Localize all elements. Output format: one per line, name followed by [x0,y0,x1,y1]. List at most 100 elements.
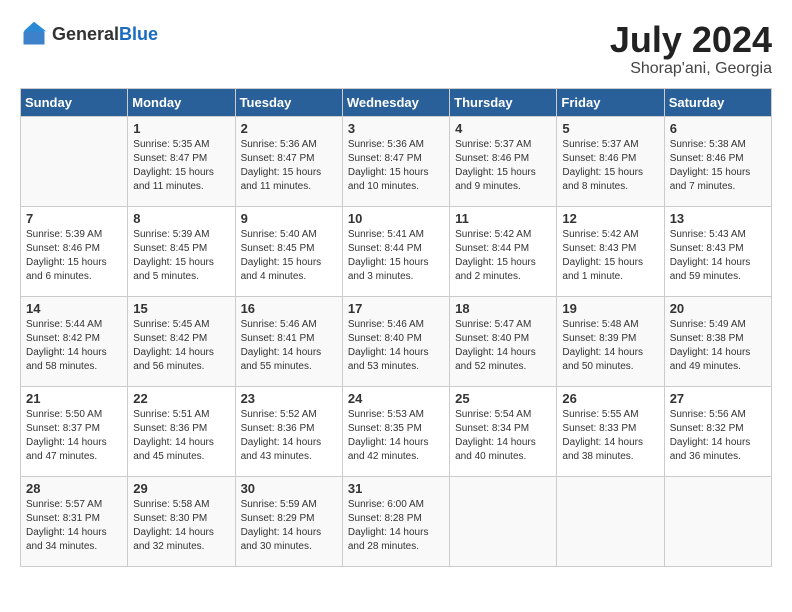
header-row: SundayMondayTuesdayWednesdayThursdayFrid… [21,88,772,116]
calendar-cell: 1 Sunrise: 5:35 AM Sunset: 8:47 PM Daylig… [128,116,235,206]
day-number: 13 [670,211,766,226]
day-info: Sunrise: 5:44 AM Sunset: 8:42 PM Dayligh… [26,318,122,374]
calendar-cell: 18 Sunrise: 5:47 AM Sunset: 8:40 PM Dayli… [450,296,557,386]
day-info: Sunrise: 5:50 AM Sunset: 8:37 PM Dayligh… [26,408,122,464]
day-info: Sunrise: 5:41 AM Sunset: 8:44 PM Dayligh… [348,228,444,284]
day-info: Sunrise: 5:55 AM Sunset: 8:33 PM Dayligh… [562,408,658,464]
header-day: Tuesday [235,88,342,116]
calendar-cell: 22Sunrise: 5:51 AM Sunset: 8:36 PM Dayli… [128,386,235,476]
calendar-table: SundayMondayTuesdayWednesdayThursdayFrid… [20,88,772,567]
day-number: 25 [455,391,551,406]
day-info: Sunrise: 5:37 AM Sunset: 8:46 PM Dayligh… [562,138,658,194]
calendar-week: 21 Sunrise: 5:50 AM Sunset: 8:37 PM Dayli… [21,386,772,476]
day-info: Sunrise: 5:40 AM Sunset: 8:45 PM Dayligh… [241,228,337,284]
day-info: Sunrise: 6:00 AM Sunset: 8:28 PM Dayligh… [348,498,444,554]
logo-blue: Blue [119,24,158,44]
calendar-cell: 21 Sunrise: 5:50 AM Sunset: 8:37 PM Dayli… [21,386,128,476]
day-number: 19 [562,301,658,316]
day-number: 11 [455,211,551,226]
calendar-week: 14 Sunrise: 5:44 AM Sunset: 8:42 PM Dayli… [21,296,772,386]
calendar-cell: 31Sunrise: 6:00 AM Sunset: 8:28 PM Dayli… [342,476,449,566]
calendar-cell: 8 Sunrise: 5:39 AM Sunset: 8:45 PM Daylig… [128,206,235,296]
day-number: 12 [562,211,658,226]
calendar-cell: 2 Sunrise: 5:36 AM Sunset: 8:47 PM Daylig… [235,116,342,206]
calendar-cell: 20 Sunrise: 5:49 AM Sunset: 8:38 PM Dayli… [664,296,771,386]
calendar-cell: 16 Sunrise: 5:46 AM Sunset: 8:41 PM Dayli… [235,296,342,386]
calendar-header: SundayMondayTuesdayWednesdayThursdayFrid… [21,88,772,116]
day-info: Sunrise: 5:49 AM Sunset: 8:38 PM Dayligh… [670,318,766,374]
logo-general: General [52,24,119,44]
calendar-cell: 23 Sunrise: 5:52 AM Sunset: 8:36 PM Dayli… [235,386,342,476]
day-info: Sunrise: 5:47 AM Sunset: 8:40 PM Dayligh… [455,318,551,374]
day-number: 3 [348,121,444,136]
page-header: GeneralBlue July 2024 Shorap'ani, Georgi… [20,20,772,78]
calendar-cell: 29Sunrise: 5:58 AM Sunset: 8:30 PM Dayli… [128,476,235,566]
day-number: 24 [348,391,444,406]
calendar-cell: 24 Sunrise: 5:53 AM Sunset: 8:35 PM Dayli… [342,386,449,476]
calendar-cell: 19 Sunrise: 5:48 AM Sunset: 8:39 PM Dayli… [557,296,664,386]
day-info: Sunrise: 5:52 AM Sunset: 8:36 PM Dayligh… [241,408,337,464]
day-number: 28 [26,481,122,496]
day-number: 14 [26,301,122,316]
calendar-week: 7Sunrise: 5:39 AM Sunset: 8:46 PM Daylig… [21,206,772,296]
logo-icon [20,20,48,48]
calendar-cell: 9 Sunrise: 5:40 AM Sunset: 8:45 PM Daylig… [235,206,342,296]
day-number: 2 [241,121,337,136]
day-info: Sunrise: 5:39 AM Sunset: 8:45 PM Dayligh… [133,228,229,284]
day-info: Sunrise: 5:45 AM Sunset: 8:42 PM Dayligh… [133,318,229,374]
calendar-cell: 14 Sunrise: 5:44 AM Sunset: 8:42 PM Dayli… [21,296,128,386]
day-number: 4 [455,121,551,136]
header-day: Sunday [21,88,128,116]
logo: GeneralBlue [20,20,158,48]
day-number: 18 [455,301,551,316]
calendar-cell [450,476,557,566]
day-number: 1 [133,121,229,136]
calendar-cell: 7Sunrise: 5:39 AM Sunset: 8:46 PM Daylig… [21,206,128,296]
day-info: Sunrise: 5:42 AM Sunset: 8:43 PM Dayligh… [562,228,658,284]
day-info: Sunrise: 5:43 AM Sunset: 8:43 PM Dayligh… [670,228,766,284]
day-number: 17 [348,301,444,316]
day-info: Sunrise: 5:54 AM Sunset: 8:34 PM Dayligh… [455,408,551,464]
day-number: 6 [670,121,766,136]
header-day: Monday [128,88,235,116]
day-info: Sunrise: 5:48 AM Sunset: 8:39 PM Dayligh… [562,318,658,374]
calendar-cell: 11Sunrise: 5:42 AM Sunset: 8:44 PM Dayli… [450,206,557,296]
calendar-cell: 12 Sunrise: 5:42 AM Sunset: 8:43 PM Dayli… [557,206,664,296]
calendar-cell: 3 Sunrise: 5:36 AM Sunset: 8:47 PM Daylig… [342,116,449,206]
day-info: Sunrise: 5:35 AM Sunset: 8:47 PM Dayligh… [133,138,229,194]
day-number: 26 [562,391,658,406]
calendar-cell: 27Sunrise: 5:56 AM Sunset: 8:32 PM Dayli… [664,386,771,476]
day-number: 23 [241,391,337,406]
day-number: 9 [241,211,337,226]
calendar-cell: 15 Sunrise: 5:45 AM Sunset: 8:42 PM Dayli… [128,296,235,386]
calendar-cell: 10 Sunrise: 5:41 AM Sunset: 8:44 PM Dayli… [342,206,449,296]
day-info: Sunrise: 5:53 AM Sunset: 8:35 PM Dayligh… [348,408,444,464]
calendar-cell: 4Sunrise: 5:37 AM Sunset: 8:46 PM Daylig… [450,116,557,206]
day-info: Sunrise: 5:46 AM Sunset: 8:41 PM Dayligh… [241,318,337,374]
day-number: 8 [133,211,229,226]
day-info: Sunrise: 5:38 AM Sunset: 8:46 PM Dayligh… [670,138,766,194]
header-day: Friday [557,88,664,116]
day-number: 16 [241,301,337,316]
day-number: 27 [670,391,766,406]
calendar-cell [21,116,128,206]
calendar-cell: 13 Sunrise: 5:43 AM Sunset: 8:43 PM Dayli… [664,206,771,296]
calendar-cell: 6 Sunrise: 5:38 AM Sunset: 8:46 PM Daylig… [664,116,771,206]
header-day: Thursday [450,88,557,116]
day-number: 10 [348,211,444,226]
location: Shorap'ani, Georgia [610,60,772,78]
day-number: 5 [562,121,658,136]
day-info: Sunrise: 5:36 AM Sunset: 8:47 PM Dayligh… [241,138,337,194]
calendar-week: 28Sunrise: 5:57 AM Sunset: 8:31 PM Dayli… [21,476,772,566]
day-number: 21 [26,391,122,406]
calendar-cell: 5 Sunrise: 5:37 AM Sunset: 8:46 PM Daylig… [557,116,664,206]
calendar-cell: 17Sunrise: 5:46 AM Sunset: 8:40 PM Dayli… [342,296,449,386]
day-number: 20 [670,301,766,316]
day-number: 15 [133,301,229,316]
calendar-cell: 30Sunrise: 5:59 AM Sunset: 8:29 PM Dayli… [235,476,342,566]
header-day: Wednesday [342,88,449,116]
day-info: Sunrise: 5:36 AM Sunset: 8:47 PM Dayligh… [348,138,444,194]
calendar-cell [557,476,664,566]
calendar-body: 1 Sunrise: 5:35 AM Sunset: 8:47 PM Daylig… [21,116,772,566]
day-number: 29 [133,481,229,496]
